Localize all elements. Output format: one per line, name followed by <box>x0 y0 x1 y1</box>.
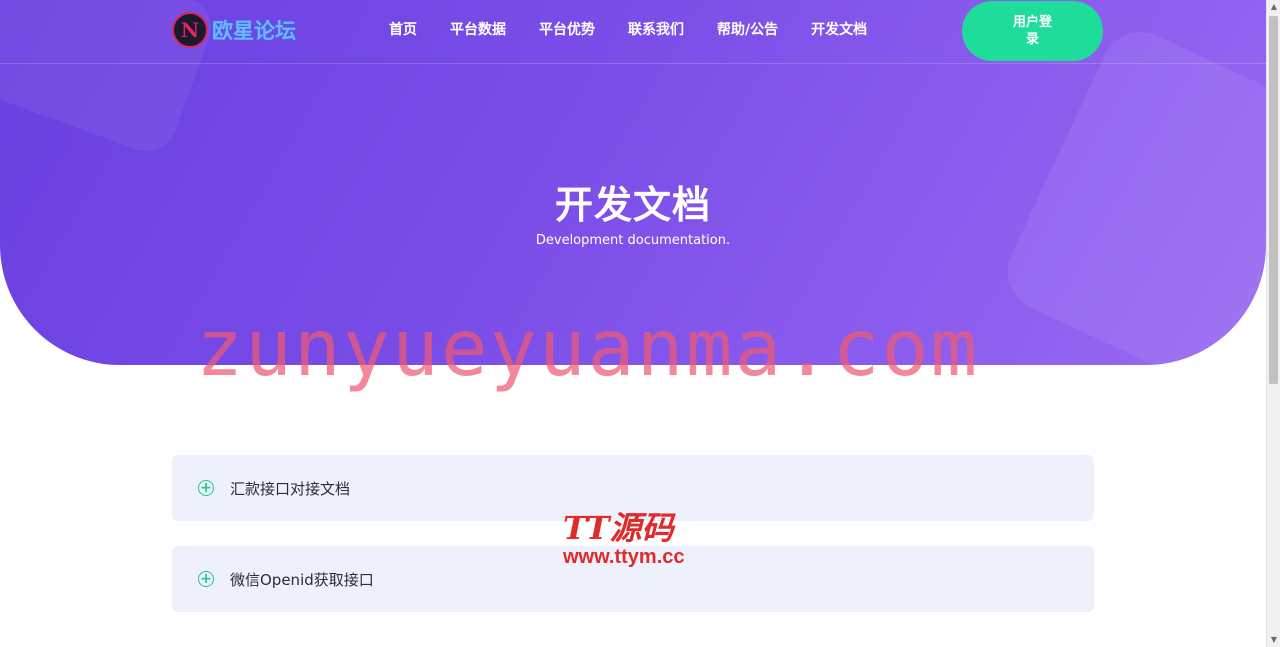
nav-item-contact[interactable]: 联系我们 <box>628 20 684 40</box>
scrollbar-thumb[interactable] <box>1269 16 1278 384</box>
user-login-button[interactable]: 用户登录 <box>962 1 1103 61</box>
site-name: 欧星论坛 <box>212 19 296 43</box>
nav-item-platform-advantages[interactable]: 平台优势 <box>539 20 595 40</box>
logo-letter: N <box>180 18 200 42</box>
doc-item-label: 微信Openid获取接口 <box>230 570 374 589</box>
page-subtitle: Development documentation. <box>535 233 731 248</box>
main-nav: 首页 平台数据 平台优势 联系我们 帮助/公告 开发文档 <box>389 20 900 40</box>
tt-watermark-title: TT源码 <box>563 509 674 547</box>
scroll-up-arrow-icon[interactable]: ▲ <box>1267 0 1280 14</box>
vertical-scrollbar[interactable]: ▲ ▼ <box>1266 0 1280 647</box>
nav-item-help[interactable]: 帮助/公告 <box>717 20 778 40</box>
login-label: 用户登录 <box>1012 15 1052 47</box>
tt-watermark-url: www.ttym.cc <box>563 546 685 568</box>
plus-circle-icon: + <box>198 571 214 587</box>
site-logo[interactable]: N 欧星论坛 <box>172 12 296 48</box>
nav-item-dev-docs[interactable]: 开发文档 <box>811 20 867 40</box>
scroll-down-arrow-icon[interactable]: ▼ <box>1267 633 1280 647</box>
top-navbar: N 欧星论坛 首页 平台数据 平台优势 联系我们 帮助/公告 开发文档 用户登录 <box>0 0 1266 64</box>
tt-watermark: TT源码 www.ttym.cc <box>563 510 685 568</box>
plus-circle-icon: + <box>198 480 214 496</box>
logo-badge-icon: N <box>172 12 208 48</box>
watermark-text: zunyueyuanma.com <box>196 304 980 394</box>
nav-item-platform-data[interactable]: 平台数据 <box>450 20 506 40</box>
page-title: 开发文档 <box>554 183 711 227</box>
nav-item-home[interactable]: 首页 <box>389 20 417 40</box>
doc-item-label: 汇款接口对接文档 <box>230 479 351 498</box>
